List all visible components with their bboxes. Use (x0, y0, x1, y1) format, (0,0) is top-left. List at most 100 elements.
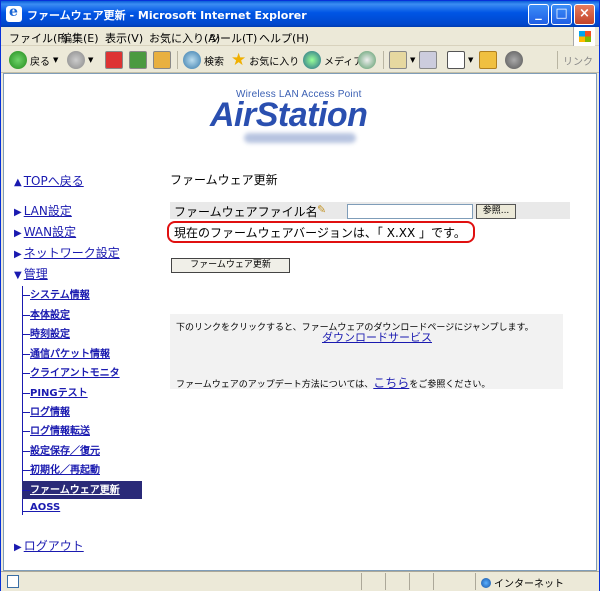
stop-button[interactable] (105, 49, 123, 71)
history-button[interactable] (358, 49, 376, 71)
status-divider (475, 573, 476, 590)
menu-file[interactable]: ファイル(F) (9, 30, 68, 46)
nav-sub-backup-restore[interactable]: 設定保存／復元 (22, 442, 100, 460)
nav-sub-reset-reboot[interactable]: 初期化／再起動 (22, 461, 100, 479)
browser-window: ファームウェア更新 - Microsoft Internet Explorer … (0, 0, 600, 591)
status-bar: インターネット (1, 571, 599, 591)
history-icon (358, 51, 376, 69)
firmware-file-label: ファームウェアファイル名 (174, 205, 318, 219)
triangle-right-icon: ▶ (14, 228, 22, 239)
update-method-text: ファームウェアのアップデート方法については、こちらをご参照ください。 (176, 376, 491, 390)
nav-network-link[interactable]: ▶ ネットワーク設定 (14, 244, 120, 261)
status-divider (409, 573, 410, 590)
links-button[interactable]: リンク (563, 49, 593, 71)
nav-top-link[interactable]: ▲ TOPへ戻る (14, 172, 84, 189)
back-button[interactable]: 戻る ▼ (9, 49, 58, 71)
page-icon (7, 575, 19, 588)
messenger-button[interactable] (505, 49, 523, 71)
nav-sub-system-info[interactable]: システム情報 (22, 286, 90, 304)
dropdown-arrow-icon: ▼ (53, 56, 59, 64)
triangle-right-icon: ▶ (14, 207, 22, 218)
messenger-icon (505, 51, 523, 69)
dropdown-arrow-icon: ▼ (410, 56, 416, 64)
nav-sub-packet-info[interactable]: 通信パケット情報 (22, 345, 110, 363)
refresh-icon (129, 51, 147, 69)
media-button[interactable]: メディア (303, 49, 363, 71)
back-arrow-icon (9, 51, 27, 69)
globe-icon (481, 578, 491, 588)
edit-button[interactable]: ▼ (447, 49, 473, 71)
here-link[interactable]: こちら (373, 376, 409, 390)
mail-icon (389, 51, 407, 69)
forward-button[interactable]: ▼ (67, 49, 93, 71)
nav-sub-client-monitor[interactable]: クライアントモニタ (22, 364, 120, 382)
print-icon (419, 51, 437, 69)
favorites-label: お気に入り (249, 56, 300, 68)
discuss-button[interactable] (479, 49, 497, 71)
back-label: 戻る (30, 56, 50, 68)
browse-button[interactable]: 参照... (476, 204, 516, 219)
triangle-up-icon: ▲ (14, 177, 22, 188)
download-service-link[interactable]: ダウンロードサービス (322, 329, 432, 345)
triangle-right-icon: ▶ (14, 542, 22, 553)
menu-tools[interactable]: ツール(T) (209, 30, 257, 46)
current-version-text: 現在のファームウェアバージョンは、「 X.XX 」です。 (174, 226, 466, 240)
firmware-file-input[interactable] (347, 204, 473, 219)
dropdown-arrow-icon: ▼ (88, 56, 94, 64)
security-zone: インターネット (481, 575, 564, 590)
page-content: Wireless LAN Access Point AirStation ▲ TO… (3, 73, 597, 571)
ie-icon (6, 4, 22, 22)
toolbar: 戻る ▼ ▼ 検索 ★ お気に入り メディア ▼ ▼ リンク (1, 46, 599, 73)
refresh-button[interactable] (129, 49, 147, 71)
toolbar-separator (177, 51, 178, 69)
nav-admin-link[interactable]: ▼ 管理 (14, 265, 48, 282)
minimize-button[interactable]: _ (528, 4, 549, 25)
status-divider (385, 573, 386, 590)
nav-sub-aoss[interactable]: AOSS (22, 502, 60, 520)
stop-icon (105, 51, 123, 69)
close-button[interactable]: × (574, 4, 595, 25)
word-edit-icon (447, 51, 465, 69)
favorites-button[interactable]: ★ お気に入り (231, 49, 299, 71)
menu-view[interactable]: 表示(V) (105, 30, 143, 46)
nav-sub-ping-test[interactable]: PINGテスト (22, 384, 88, 402)
nav-sub-time-settings[interactable]: 時刻設定 (22, 325, 70, 343)
help-pencil-icon[interactable]: ✎ (317, 203, 326, 216)
mail-button[interactable]: ▼ (389, 49, 415, 71)
nav-sub-log-info[interactable]: ログ情報 (22, 403, 70, 421)
print-button[interactable] (419, 49, 437, 71)
folder-icon (479, 51, 497, 69)
airstation-logo: AirStation (210, 96, 368, 134)
window-title: ファームウェア更新 - Microsoft Internet Explorer (27, 9, 307, 22)
search-button[interactable]: 検索 (183, 49, 224, 71)
nav-wan-link[interactable]: ▶ WAN設定 (14, 223, 76, 240)
model-name-blurred (244, 133, 356, 143)
nav-logout-link[interactable]: ▶ ログアウト (14, 537, 84, 554)
nav-sub-firmware-update[interactable]: ファームウェア更新 (22, 481, 142, 499)
home-button[interactable] (153, 49, 171, 71)
search-label: 検索 (204, 56, 224, 68)
title-bar: ファームウェア更新 - Microsoft Internet Explorer … (1, 1, 599, 27)
nav-sub-device-settings[interactable]: 本体設定 (22, 306, 70, 324)
forward-arrow-icon (67, 51, 85, 69)
triangle-right-icon: ▶ (14, 249, 22, 260)
media-icon (303, 51, 321, 69)
nav-lan-link[interactable]: ▶ LAN設定 (14, 202, 72, 219)
dropdown-arrow-icon: ▼ (468, 56, 474, 64)
maximize-button[interactable]: □ (551, 4, 572, 25)
windows-logo-icon (573, 27, 595, 46)
status-divider (433, 573, 434, 590)
menu-bar: ファイル(F) 編集(E) 表示(V) お気に入り(A) ツール(T) ヘルプ(… (1, 27, 599, 46)
search-icon (183, 51, 201, 69)
firmware-update-button[interactable]: ファームウェア更新 (171, 258, 290, 273)
toolbar-separator (557, 51, 558, 69)
menu-edit[interactable]: 編集(E) (61, 30, 99, 46)
star-icon: ★ (231, 50, 247, 70)
status-divider (361, 573, 362, 590)
triangle-down-icon: ▼ (14, 270, 22, 281)
nav-sub-log-transfer[interactable]: ログ情報転送 (22, 422, 90, 440)
links-label: リンク (563, 56, 593, 68)
page-title: ファームウェア更新 (170, 173, 278, 187)
home-icon (153, 51, 171, 69)
menu-help[interactable]: ヘルプ(H) (259, 30, 309, 46)
